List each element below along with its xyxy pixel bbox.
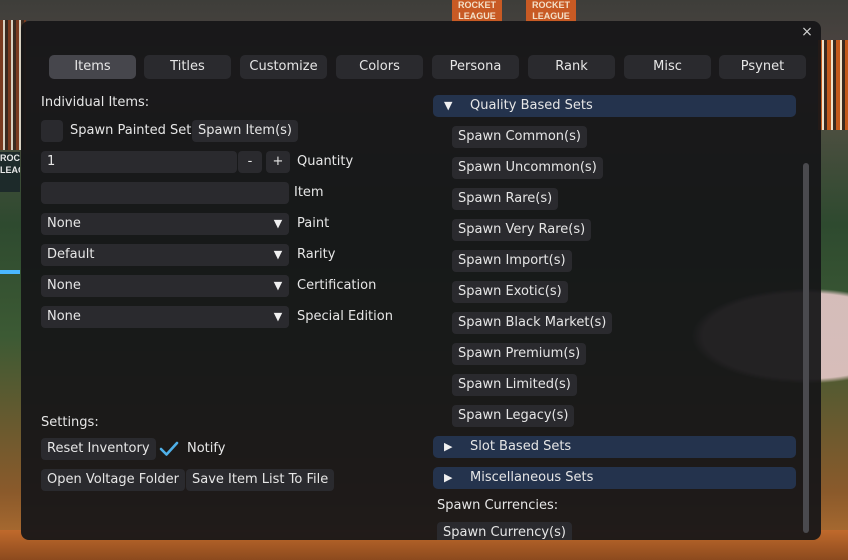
spawn-import-button[interactable]: Spawn Import(s): [452, 250, 572, 272]
collapsed-triangle-icon: ▶: [444, 471, 453, 484]
scrollbar-thumb[interactable]: [803, 163, 809, 533]
voltage-window: × Items Titles Customize Colors Persona …: [21, 21, 821, 540]
tab-customize[interactable]: Customize: [240, 55, 327, 79]
spawn-premium-button[interactable]: Spawn Premium(s): [452, 343, 587, 365]
spawn-exotic-button[interactable]: Spawn Exotic(s): [452, 281, 568, 303]
tab-rank[interactable]: Rank: [528, 55, 615, 79]
tab-psynet[interactable]: Psynet: [719, 55, 806, 79]
open-voltage-folder-button[interactable]: Open Voltage Folder: [41, 469, 185, 491]
rarity-dropdown[interactable]: Default ▼: [41, 244, 289, 266]
spawn-very-rare-button[interactable]: Spawn Very Rare(s): [452, 219, 592, 241]
tab-colors[interactable]: Colors: [336, 55, 423, 79]
spawn-items-button[interactable]: Spawn Item(s): [192, 120, 298, 142]
individual-items-title: Individual Items:: [41, 95, 150, 110]
paint-dropdown[interactable]: None ▼: [41, 213, 289, 235]
spawn-limited-button[interactable]: Spawn Limited(s): [452, 374, 577, 396]
slot-based-sets-header[interactable]: ▶ Slot Based Sets: [433, 436, 796, 458]
spawn-black-market-button[interactable]: Spawn Black Market(s): [452, 312, 613, 334]
special-edition-value: None: [47, 309, 81, 324]
quantity-label: Quantity: [297, 154, 354, 169]
chevron-down-icon: ▼: [267, 275, 289, 297]
tab-misc[interactable]: Misc: [624, 55, 711, 79]
quality-based-sets-header[interactable]: ▼ Quality Based Sets: [433, 95, 796, 117]
chevron-down-icon: ▼: [267, 213, 289, 235]
quantity-increment-button[interactable]: +: [266, 151, 290, 173]
spawn-currencies-title: Spawn Currencies:: [437, 498, 559, 513]
close-button[interactable]: ×: [800, 25, 814, 39]
field-line: [0, 270, 20, 274]
stadium-sign: ROCKET LEAGUE: [526, 0, 576, 22]
spawn-common-button[interactable]: Spawn Common(s): [452, 126, 587, 148]
collapsed-triangle-icon: ▶: [444, 440, 453, 453]
settings-title: Settings:: [41, 415, 99, 430]
special-edition-dropdown[interactable]: None ▼: [41, 306, 289, 328]
quantity-decrement-button[interactable]: -: [238, 151, 262, 173]
stadium-logo: ROCKET LEAGUE: [0, 152, 20, 192]
tab-titles[interactable]: Titles: [144, 55, 231, 79]
right-panel-scrollbar[interactable]: [801, 101, 811, 533]
chevron-down-icon: ▼: [267, 244, 289, 266]
rarity-label: Rarity: [297, 247, 336, 262]
quality-based-sets-label: Quality Based Sets: [470, 98, 593, 113]
certification-label: Certification: [297, 278, 377, 293]
spawn-uncommon-button[interactable]: Spawn Uncommon(s): [452, 157, 603, 179]
special-edition-label: Special Edition: [297, 309, 393, 324]
paint-label: Paint: [297, 216, 330, 231]
notify-label: Notify: [187, 441, 226, 456]
spawn-legacy-button[interactable]: Spawn Legacy(s): [452, 405, 575, 427]
certification-value: None: [47, 278, 81, 293]
item-label: Item: [294, 185, 324, 200]
spawn-painted-set-checkbox[interactable]: [41, 120, 63, 142]
tab-items[interactable]: Items: [49, 55, 136, 79]
expanded-triangle-icon: ▼: [444, 99, 453, 112]
slot-based-sets-label: Slot Based Sets: [470, 439, 572, 454]
certification-dropdown[interactable]: None ▼: [41, 275, 289, 297]
rarity-value: Default: [47, 247, 95, 262]
miscellaneous-sets-header[interactable]: ▶ Miscellaneous Sets: [433, 467, 796, 489]
item-input[interactable]: [41, 182, 289, 204]
notify-checkbox[interactable]: [158, 438, 180, 460]
checkmark-icon: [159, 441, 179, 456]
spawn-currency-button[interactable]: Spawn Currency(s): [437, 522, 572, 540]
tab-persona[interactable]: Persona: [432, 55, 519, 79]
stadium-sign: ROCKET LEAGUE: [452, 0, 502, 22]
quantity-input[interactable]: [41, 151, 237, 173]
spawn-rare-button[interactable]: Spawn Rare(s): [452, 188, 559, 210]
tab-bar: Items Titles Customize Colors Persona Ra…: [49, 55, 809, 79]
reset-inventory-button[interactable]: Reset Inventory: [41, 438, 156, 460]
spawn-painted-set-label: Spawn Painted Set: [70, 123, 192, 138]
paint-value: None: [47, 216, 81, 231]
save-item-list-button[interactable]: Save Item List To File: [186, 469, 335, 491]
miscellaneous-sets-label: Miscellaneous Sets: [470, 470, 594, 485]
crowd-right: [818, 40, 848, 130]
chevron-down-icon: ▼: [267, 306, 289, 328]
